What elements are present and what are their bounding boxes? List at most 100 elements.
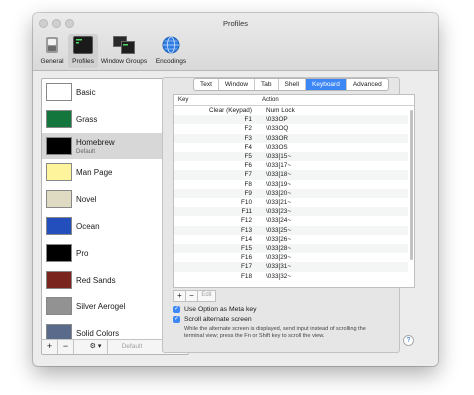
profile-name: Basic — [76, 88, 96, 97]
toolbar-profiles-label: Profiles — [72, 58, 94, 65]
profile-actions-menu[interactable]: ⚙ ▾ — [84, 340, 108, 354]
key-cell: F4 — [244, 143, 252, 151]
keyboard-table-controls: + − Edit — [173, 290, 216, 302]
default-button[interactable]: Default — [112, 340, 152, 354]
table-row[interactable]: F8 \033[19~ — [174, 180, 408, 189]
profile-name: Silver Aerogel — [76, 302, 126, 312]
profile-thumbnail — [46, 109, 72, 128]
help-button[interactable]: ? — [403, 335, 414, 346]
switch-icon — [46, 37, 58, 53]
profile-name: Homebrew — [76, 137, 115, 147]
table-row[interactable]: F11 \033[23~ — [174, 207, 408, 217]
table-row[interactable]: Clear (Keypad) Num Lock — [174, 106, 408, 115]
scroll-alternate-checkbox[interactable]: ✓ — [173, 316, 180, 323]
table-row[interactable]: F1 \033OP — [174, 115, 408, 125]
action-cell: \033[15~ — [266, 153, 292, 160]
profile-list[interactable]: Basic Grass Homebrew Default Man Page Novel Oc… — [42, 79, 179, 349]
key-cell: F8 — [244, 180, 252, 188]
profile-default-badge: Default — [76, 148, 96, 155]
scroll-alternate-label: Scroll alternate screen — [184, 316, 252, 323]
table-row[interactable]: F3 \033OR — [174, 133, 408, 143]
tab-text[interactable]: Text — [194, 79, 219, 90]
globe-icon — [162, 36, 180, 54]
action-cell: \033[20~ — [266, 189, 292, 197]
profile-item[interactable]: Homebrew Default — [42, 132, 179, 160]
table-row[interactable]: F4 \033OS — [174, 143, 408, 152]
key-cell: F14 — [240, 235, 252, 243]
action-cell: \033[28~ — [266, 245, 292, 252]
table-row[interactable]: F16 \033[29~ — [174, 253, 408, 262]
action-cell: \033[31~ — [266, 263, 292, 271]
key-cell: F9 — [244, 189, 252, 197]
action-cell: \033[29~ — [266, 254, 292, 262]
toolbar-encodings[interactable]: Encodings — [151, 34, 191, 68]
toolbar-general[interactable]: General — [37, 34, 67, 68]
table-row[interactable]: F15 \033[28~ — [174, 244, 408, 254]
window-title: Profiles — [222, 19, 248, 28]
tab-keyboard[interactable]: Keyboard — [306, 79, 347, 90]
action-cell: \033[26~ — [266, 235, 292, 243]
action-cell: \033[21~ — [266, 199, 292, 206]
profile-thumbnail — [46, 217, 72, 235]
profile-name: Ocean — [76, 222, 100, 231]
table-row[interactable]: F13 \033[25~ — [174, 225, 408, 235]
key-cell: F13 — [240, 226, 252, 234]
table-row[interactable]: F9 \033[20~ — [174, 188, 408, 198]
action-cell: \033[19~ — [266, 180, 292, 188]
table-row[interactable]: F14 \033[26~ — [174, 235, 408, 244]
scroll-alternate-note: While the alternate screen is displayed,… — [184, 326, 366, 339]
profile-thumbnail — [46, 243, 72, 262]
keyboard-table-scrollbar[interactable] — [410, 110, 413, 260]
table-row[interactable]: F18 \033[32~ — [174, 272, 408, 281]
table-row[interactable]: F12 \033[24~ — [174, 216, 408, 225]
action-cell: \033OS — [266, 143, 288, 151]
action-cell: \033OR — [266, 134, 289, 142]
window-groups-icon — [113, 36, 135, 54]
tab-window[interactable]: Window — [219, 79, 256, 90]
action-cell: \033OP — [266, 116, 288, 124]
option-meta-checkbox[interactable]: ✓ — [173, 306, 180, 313]
action-cell: \033[23~ — [266, 208, 292, 216]
action-cell: \033[17~ — [266, 162, 292, 170]
key-cell: F18 — [240, 272, 252, 280]
profile-name: Red Sands — [76, 275, 116, 285]
profile-item[interactable]: Silver Aerogel — [42, 293, 179, 320]
remove-key-button[interactable]: − — [186, 291, 198, 301]
remove-profile-button[interactable]: − — [58, 340, 74, 354]
toolbar-profiles[interactable]: Profiles — [68, 34, 98, 68]
toolbar-window-groups[interactable]: Window Groups — [100, 34, 148, 68]
column-key-header[interactable]: Key — [178, 95, 188, 105]
add-key-button[interactable]: + — [174, 291, 186, 301]
profile-thumbnail — [46, 83, 72, 101]
profile-item[interactable]: Man Page — [42, 159, 179, 186]
key-cell: F15 — [240, 245, 252, 252]
profile-name: Man Page — [76, 168, 113, 178]
column-action-header[interactable]: Action — [262, 95, 279, 105]
profile-item[interactable]: Red Sands — [42, 267, 179, 294]
table-row[interactable]: F2 \033OQ — [174, 124, 408, 133]
table-row[interactable]: F6 \033[17~ — [174, 161, 408, 170]
profile-thumbnail — [46, 270, 72, 289]
profile-thumbnail — [46, 163, 72, 182]
profile-item[interactable]: Grass — [42, 106, 179, 133]
table-row[interactable]: F17 \033[31~ — [174, 262, 408, 272]
key-cell: Clear (Keypad) — [209, 107, 252, 114]
keyboard-table-header: Key Action — [174, 95, 414, 106]
tab-advanced[interactable]: Advanced — [347, 79, 388, 90]
key-cell: F17 — [240, 263, 252, 271]
table-row[interactable]: F5 \033[15~ — [174, 152, 408, 162]
add-profile-button[interactable]: + — [42, 340, 58, 354]
tab-tab[interactable]: Tab — [255, 79, 279, 90]
tab-shell[interactable]: Shell — [279, 79, 306, 90]
profile-item[interactable]: Ocean — [42, 213, 179, 240]
profile-item[interactable]: Basic — [42, 79, 179, 106]
table-row[interactable]: F10 \033[21~ — [174, 198, 408, 207]
toolbar-general-label: General — [40, 58, 64, 65]
table-row[interactable]: F7 \033[18~ — [174, 170, 408, 180]
keyboard-rows: Clear (Keypad) Num Lock F1 \033OP F2 \033OQ F3… — [174, 106, 408, 287]
key-cell: F2 — [244, 125, 252, 133]
profile-name: Novel — [76, 195, 97, 205]
edit-key-button[interactable]: Edit — [198, 291, 215, 301]
profile-item[interactable]: Novel — [42, 186, 179, 213]
profile-item[interactable]: Pro — [42, 240, 179, 267]
